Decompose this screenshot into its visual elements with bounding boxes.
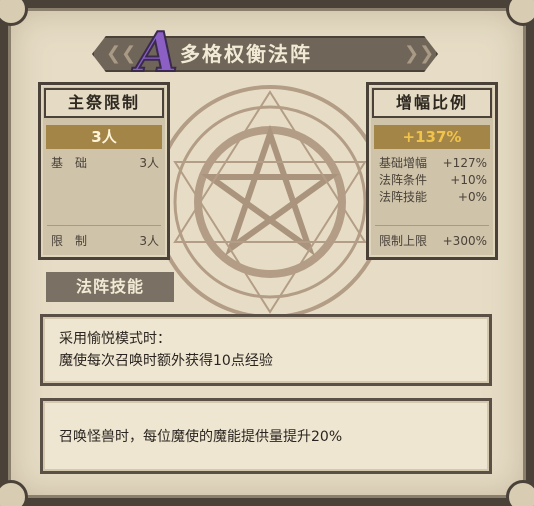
row-label: 限制上限 [379,234,428,248]
host-limit-row-base: 基 础 3人 [51,155,159,171]
grade-letter: A [135,20,179,84]
skill-1-line-1: 采用愉悦模式时： [59,331,171,347]
row-label: 基 础 [51,156,88,170]
amplify-row-skill: 法阵技能 +0% [379,189,487,205]
amplify-row-condition: 法阵条件 +10% [379,172,487,188]
skill-1-line-2: 魔使每次召唤时额外获得10点经验 [59,353,273,369]
magic-circle-icon [153,85,387,319]
row-value: 3人 [139,234,159,248]
host-limit-panel: 主祭限制 3人 基 础 3人 限 制 3人 [38,82,170,260]
row-label: 限 制 [51,234,88,248]
formation-title: 多格权衡法阵 [180,42,312,66]
amplify-ratio-header: 增幅比例 [372,88,492,118]
row-value: +300% [442,234,487,248]
skill-2-line-1: 召唤怪兽时，每位魔使的魔能提供量提升20% [59,429,343,445]
divider [375,225,489,226]
row-value: 3人 [139,156,159,170]
skill-scroll-2: 召唤怪兽时，每位魔使的魔能提供量提升20% [40,398,492,474]
chevron-left-icon: ❮❮ [106,43,137,64]
host-limit-value: 3人 [46,125,162,149]
scroll-curl-bottom-right [506,480,534,506]
amplify-ratio-value: +137% [374,125,490,149]
amplify-ratio-panel: 增幅比例 +137% 基础增幅 +127% 法阵条件 +10% 法阵技能 +0%… [366,82,498,260]
host-limit-header: 主祭限制 [44,88,164,118]
divider [47,225,161,226]
amplify-row-base: 基础增幅 +127% [379,155,487,171]
row-value: +0% [457,190,487,204]
formation-skill-label: 法阵技能 [46,272,174,302]
row-label: 基础增幅 [379,156,428,170]
row-value: +127% [442,156,487,170]
row-label: 法阵技能 [379,190,428,204]
amplify-row-cap: 限制上限 +300% [379,233,487,249]
host-limit-row-limit: 限 制 3人 [51,233,159,249]
skill-scroll-1: 采用愉悦模式时： 魔使每次召唤时额外获得10点经验 [40,314,492,386]
chevron-right-icon: ❯❯ [404,43,435,64]
row-label: 法阵条件 [379,173,428,187]
row-value: +10% [450,173,487,187]
